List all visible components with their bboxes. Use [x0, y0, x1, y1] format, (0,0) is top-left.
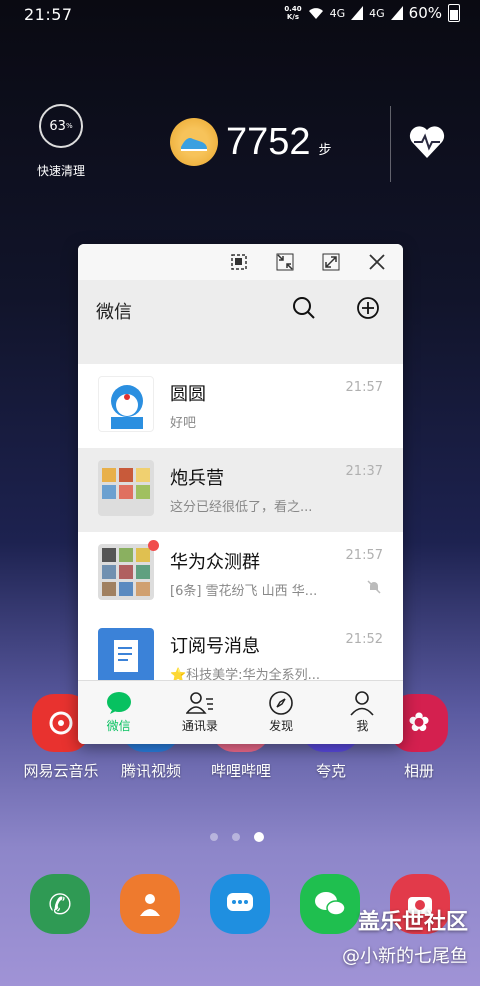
steps-widget[interactable]: 7752 步 — [170, 118, 332, 166]
battery-icon — [448, 4, 460, 22]
popup-transparency-icon[interactable] — [229, 252, 249, 272]
page-dot[interactable] — [210, 833, 218, 841]
watermark: 盖乐世社区 @小新的七尾鱼 — [342, 904, 468, 968]
chat-time: 21:52 — [345, 632, 383, 647]
unread-dot — [148, 540, 159, 551]
wechat-title: 微信 — [96, 302, 132, 323]
tab-discover[interactable]: 发现 — [241, 681, 322, 744]
tab-contacts[interactable]: 通讯录 — [159, 681, 240, 744]
app-label: 腾讯视频 — [120, 762, 181, 780]
chat-list: 圆圆 好吧 21:57 炮兵营 这分已经很低了，看之... 21:37 华为众测… — [78, 364, 403, 700]
tab-label: 我 — [356, 719, 369, 733]
tab-chats[interactable]: 微信 — [78, 681, 159, 744]
network-speed: 0.40 K/s — [284, 5, 302, 21]
page-dot[interactable] — [232, 833, 240, 841]
chat-item-yuanyuan[interactable]: 圆圆 好吧 21:57 — [78, 364, 403, 448]
avatar-group-grid — [98, 460, 154, 516]
watermark-line2: @小新的七尾鱼 — [342, 946, 468, 967]
quick-clean-widget[interactable]: 63% 快速清理 — [28, 104, 94, 179]
subscription-doc-icon — [98, 628, 154, 684]
chat-preview: [6条] 雪花纷飞 山西 华... — [170, 584, 318, 599]
chat-name: 华为众测群 — [170, 552, 260, 573]
page-indicator — [210, 832, 264, 842]
signal-4g-label-1: 4G — [329, 6, 346, 20]
search-icon[interactable] — [292, 296, 316, 324]
app-label: 网易云音乐 — [23, 762, 99, 780]
wechat-popup-window: 微信 圆圆 好吧 21:57 炮兵营 这分已经很低了，看之... 21:37 华… — [78, 244, 403, 744]
add-icon[interactable] — [356, 296, 380, 324]
tab-me[interactable]: 我 — [322, 681, 403, 744]
phone-icon[interactable]: ✆ — [30, 874, 90, 934]
close-popup-icon[interactable] — [367, 252, 387, 272]
maximize-popup-icon[interactable] — [321, 252, 341, 272]
app-label: 夸克 — [315, 762, 346, 780]
chat-time: 21:37 — [345, 464, 383, 479]
step-count: 7752 — [226, 120, 311, 163]
app-label: 哔哩哔哩 — [210, 762, 271, 780]
chat-bubble-icon — [78, 689, 159, 717]
status-indicators: 0.40 K/s 4G 4G 60% — [284, 4, 460, 22]
chat-item-huawei-group[interactable]: 华为众测群 [6条] 雪花纷飞 山西 华... 21:57 — [78, 532, 403, 616]
memory-ring: 63% — [39, 104, 83, 148]
chat-name: 圆圆 — [170, 384, 206, 405]
shoe-icon — [170, 118, 218, 166]
chat-preview: 好吧 — [170, 416, 197, 431]
chat-name: 订阅号消息 — [170, 636, 260, 657]
person-icon — [322, 689, 403, 717]
chat-item-paobingying[interactable]: 炮兵营 这分已经很低了，看之... 21:37 — [78, 448, 403, 532]
signal-4g-label-2: 4G — [369, 6, 385, 20]
wechat-tabbar: 微信 通讯录 发现 我 — [78, 680, 403, 744]
wifi-icon — [308, 8, 323, 19]
status-bar: 21:57 0.40 K/s 4G 4G 60% — [0, 0, 480, 30]
popup-controls — [78, 244, 403, 280]
minimize-popup-icon[interactable] — [275, 252, 295, 272]
heart-rate-icon[interactable] — [408, 124, 446, 160]
wechat-header: 微信 — [78, 280, 403, 364]
app-label: 相册 — [403, 762, 434, 780]
chat-name: 炮兵营 — [170, 468, 224, 489]
signal-icon — [351, 6, 364, 20]
chat-preview: 这分已经很低了，看之... — [170, 500, 313, 515]
widget-divider — [390, 106, 391, 182]
tab-label: 发现 — [269, 719, 294, 733]
compass-icon — [241, 689, 322, 717]
chat-time: 21:57 — [345, 548, 383, 563]
step-unit: 步 — [318, 142, 332, 158]
watermark-line1: 盖乐世社区 — [357, 910, 468, 935]
contacts-list-icon — [159, 689, 240, 717]
battery-percent: 60% — [408, 4, 442, 22]
tab-label: 通讯录 — [181, 719, 218, 733]
page-dot-active[interactable] — [254, 832, 264, 842]
mute-bell-icon — [367, 580, 381, 598]
chat-time: 21:57 — [345, 380, 383, 395]
signal-icon-2 — [390, 6, 403, 20]
quick-clean-label: 快速清理 — [36, 164, 85, 178]
messages-icon[interactable] — [210, 874, 270, 934]
tab-label: 微信 — [106, 719, 131, 733]
status-time: 21:57 — [24, 5, 73, 24]
avatar-group-grid — [98, 544, 154, 600]
avatar-doraemon — [98, 376, 154, 432]
contacts-icon[interactable] — [120, 874, 180, 934]
